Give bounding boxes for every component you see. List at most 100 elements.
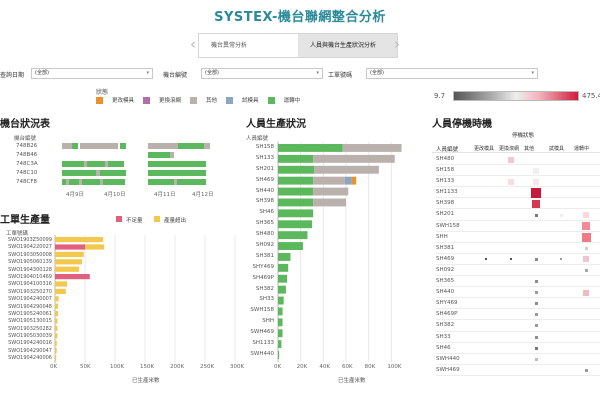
heatmap-cell — [584, 368, 588, 372]
chevron-down-icon: ▾ — [146, 70, 149, 76]
filter-order-select[interactable]: (全部) ▾ — [366, 68, 538, 79]
date-tick: 4月10日 — [104, 192, 126, 198]
staff-labels: SH158 SH133 SH201 SH469 SH440 SH398 SH46 SH365 S… — [244, 142, 276, 360]
downtime-row: SWH469 — [436, 365, 600, 376]
staff-bar — [278, 198, 314, 207]
order-bar — [55, 355, 57, 361]
status-legend-title: 狀態 — [96, 89, 109, 96]
staff-bar — [278, 253, 291, 261]
staff-bar — [278, 165, 315, 174]
legend-swatch-overrun — [154, 216, 160, 222]
order-bar — [55, 303, 58, 309]
heatmap-cell — [533, 178, 539, 185]
legend-label-shortfall: 不足量 — [126, 218, 143, 224]
tab-machine-anomaly[interactable]: 機台異常分析 — [199, 34, 298, 57]
heatmap-cell — [532, 199, 540, 208]
date-tick: 4月11日 — [154, 192, 176, 198]
downtime-row-label: SWH469 — [436, 366, 460, 373]
downtime-row: SH1133 — [436, 187, 600, 199]
staff-label: SH201 — [255, 165, 274, 172]
downtime-rows: SH480 SH158 SH133 SH1133 SH398 SH201 SWH158 SHH… — [436, 154, 600, 376]
legend-swatch-running — [267, 96, 275, 104]
order-bar — [55, 333, 58, 339]
staff-bar — [313, 187, 349, 196]
legend-swatch-shortfall — [116, 216, 122, 222]
filter-date-select[interactable]: (全部) ▾ — [31, 68, 153, 79]
downtime-col-label: 運轉中 — [574, 146, 590, 152]
staff-label: SH469P — [252, 274, 274, 281]
color-scale-min: 9.7 — [434, 92, 446, 100]
staff-bar — [342, 144, 402, 152]
machine-panel-title: 機台狀況表 — [0, 119, 50, 130]
chevron-left-icon[interactable]: ‹ — [190, 35, 196, 53]
staff-bar — [278, 329, 283, 338]
machine-label: 748B26 — [16, 143, 38, 149]
dashboard-title: SYSTEX-機台聯網整合分析 — [214, 10, 386, 25]
chevron-right-icon[interactable]: › — [394, 35, 400, 53]
tab-bar: 機台異常分析 人員與機台生產狀況分析 — [198, 33, 398, 58]
order-label: SWO1904240006 — [8, 355, 52, 362]
legend-label-overrun: 產量超出 — [164, 218, 187, 224]
downtime-header-divider — [432, 152, 600, 153]
downtime-row: SWH440 — [436, 354, 600, 365]
heatmap-cell — [583, 289, 589, 296]
timeline-row-748B46 — [148, 152, 174, 158]
order-header: 工單號碼 — [6, 231, 29, 237]
filter-machine-select[interactable]: (全部) ▾ — [201, 68, 323, 79]
downtime-row: SH469 — [436, 254, 600, 265]
staff-label: SWH158 — [250, 307, 274, 314]
staff-label: SH469 — [255, 176, 274, 183]
downtime-row: SHY469 — [436, 298, 600, 310]
staff-bar — [278, 209, 314, 218]
downtime-col-label: 試模具 — [549, 146, 565, 152]
heatmap-cell — [534, 313, 538, 317]
heatmap-cell — [533, 167, 539, 174]
order-labels: SWO1903Z50099 SWO1904220027 SWO1903050008 S… — [0, 237, 52, 363]
staff-label: SH480 — [255, 231, 274, 238]
order-label: SWO1905060139 — [8, 259, 52, 266]
staff-label: SHH — [262, 318, 274, 325]
heatmap-cell — [583, 256, 589, 263]
staff-label: SWH469 — [250, 329, 274, 336]
heatmap-cell — [510, 258, 512, 261]
order-bar — [55, 318, 58, 324]
downtime-row-label: SH440 — [436, 289, 455, 296]
filter-date-label: 查詢日期 — [0, 72, 25, 79]
heatmap-cell — [584, 246, 588, 250]
order-bar — [55, 325, 58, 331]
heatmap-cell — [582, 222, 590, 231]
tab-staff-machine[interactable]: 人員與機台生產狀況分析 — [298, 34, 397, 57]
order-bar — [55, 251, 84, 257]
heatmap-cell — [534, 346, 538, 350]
staff-bar — [278, 351, 280, 359]
staff-bar — [278, 274, 288, 283]
downtime-row-label: SWH440 — [436, 355, 460, 362]
staff-label: SH33 — [259, 296, 274, 303]
downtime-row-label: SHH — [436, 233, 448, 240]
machine-label: 748CF8 — [16, 179, 38, 185]
downtime-row: SH480 — [436, 154, 600, 166]
heatmap-cell — [531, 187, 541, 198]
downtime-col-label: 其他 — [524, 146, 535, 152]
downtime-row-label: SHY469 — [436, 300, 458, 307]
machine-label: 748B46 — [16, 152, 38, 158]
staff-bar — [278, 307, 283, 316]
order-chart — [54, 235, 236, 363]
x-tick: 100K — [387, 364, 402, 370]
heatmap-cell — [534, 335, 538, 339]
machine-header: 機台編號 — [14, 136, 37, 142]
staff-label: SH1133 — [252, 340, 274, 347]
downtime-row-label: SH381 — [436, 244, 455, 251]
order-label: SWO1904290047 — [8, 347, 52, 354]
legend-swatch-trial-mold — [226, 96, 234, 104]
downtime-row-label: SH1133 — [436, 189, 458, 196]
filter-order-label: 工單號碼 — [328, 72, 353, 79]
legend-label: 更換滾網 — [159, 98, 182, 104]
downtime-row-label: SH398 — [436, 200, 455, 207]
timeline-row-748CF8 — [62, 179, 206, 185]
x-tick: 40K — [319, 364, 330, 370]
timeline-row-748B26 — [62, 143, 210, 149]
order-label: SWO1904290048 — [8, 303, 52, 310]
downtime-row-label: SH201 — [436, 211, 455, 218]
staff-bar — [351, 176, 357, 185]
